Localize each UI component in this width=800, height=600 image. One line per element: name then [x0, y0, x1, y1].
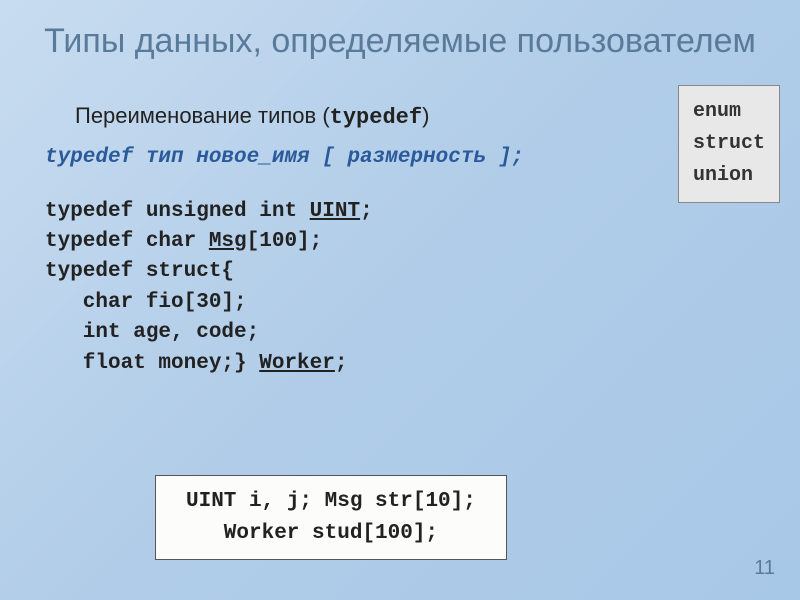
keyword-union: union [693, 160, 765, 192]
code-l3: typedef struct{ [45, 260, 234, 283]
usage-line-2: Worker stud[100]; [186, 518, 476, 550]
code-l4: char fio[30]; [45, 291, 247, 314]
code-l1c: ; [360, 200, 373, 223]
subtitle-prefix: Переименование типов ( [75, 103, 330, 128]
code-l2b: Msg [209, 230, 247, 253]
code-l6b: Worker [259, 352, 335, 375]
usage-line-1: UINT i, j; Msg str[10]; [186, 486, 476, 518]
subtitle-suffix: ) [422, 103, 429, 128]
slide-title: Типы данных, определяемые пользователем [0, 0, 800, 73]
subtitle-keyword: typedef [330, 105, 422, 130]
usage-example-box: UINT i, j; Msg str[10]; Worker stud[100]… [155, 475, 507, 560]
syntax-template: typedef тип новое_имя [ размерность ]; [45, 146, 765, 169]
code-l1b: UINT [310, 200, 360, 223]
code-l6a: float money;} [45, 352, 259, 375]
code-l2a: typedef char [45, 230, 209, 253]
code-example: typedef unsigned int UINT; typedef char … [45, 197, 765, 380]
keywords-box: enum struct union [678, 85, 780, 203]
keyword-struct: struct [693, 128, 765, 160]
code-l1a: typedef unsigned int [45, 200, 310, 223]
page-number: 11 [754, 557, 775, 580]
keyword-enum: enum [693, 96, 765, 128]
subtitle: Переименование типов (typedef) [75, 103, 765, 130]
code-l5: int age, code; [45, 321, 259, 344]
code-l2c: [100]; [247, 230, 323, 253]
code-l6c: ; [335, 352, 348, 375]
